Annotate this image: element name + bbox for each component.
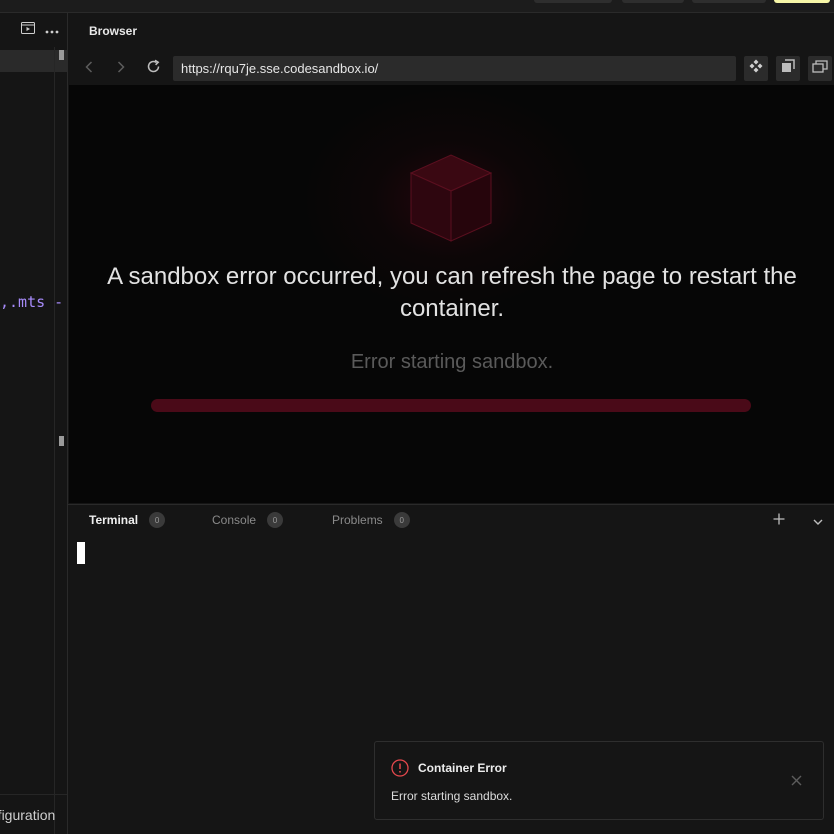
terminal-cursor[interactable] bbox=[77, 542, 85, 564]
chevron-left-icon bbox=[85, 60, 93, 78]
top-bar-accent-button[interactable] bbox=[774, 0, 830, 3]
plus-icon bbox=[773, 510, 785, 530]
selected-line bbox=[0, 50, 67, 72]
top-bar-button[interactable] bbox=[622, 0, 684, 3]
editor-footer[interactable]: Configuration bbox=[0, 794, 67, 834]
scrollbar-marker[interactable] bbox=[59, 436, 64, 446]
toast-title: Container Error bbox=[418, 761, 507, 775]
windows-icon bbox=[812, 59, 828, 78]
count-badge: 0 bbox=[393, 512, 410, 528]
new-window-button[interactable] bbox=[776, 56, 800, 81]
toast-message: Error starting sandbox. bbox=[391, 789, 513, 803]
cube-icon bbox=[409, 153, 493, 248]
terminal-tabs: Terminal 0 Console 0 Problems 0 bbox=[68, 505, 834, 535]
error-heading: A sandbox error occurred, you can refres… bbox=[107, 263, 797, 322]
refresh-button[interactable] bbox=[142, 58, 164, 80]
code-fragment: ,.mts - bbox=[0, 293, 64, 311]
tab-label: Console bbox=[212, 513, 257, 527]
tab-problems[interactable]: Problems 0 bbox=[332, 512, 410, 528]
close-button[interactable] bbox=[786, 772, 806, 792]
alert-icon bbox=[391, 759, 409, 782]
top-bar-button[interactable] bbox=[692, 0, 766, 3]
forward-button[interactable] bbox=[110, 58, 132, 80]
scrollbar-marker[interactable] bbox=[59, 50, 64, 60]
devtools-button[interactable] bbox=[744, 56, 768, 81]
error-subtitle: Error starting sandbox. bbox=[350, 351, 554, 373]
devtools-icon bbox=[749, 59, 763, 78]
tab-label: Problems bbox=[332, 513, 383, 527]
browser-panel: Browser https://rqu7je.sse.codesandbox.i… bbox=[68, 13, 834, 503]
tab-console[interactable]: Console 0 bbox=[212, 512, 284, 528]
top-bar-button[interactable] bbox=[534, 0, 612, 3]
preview-viewport: A sandbox error occurred, you can refres… bbox=[69, 85, 834, 503]
footer-label: Configuration bbox=[0, 806, 56, 823]
more-icon[interactable] bbox=[45, 21, 59, 39]
count-badge: 0 bbox=[149, 512, 166, 528]
panel-icon[interactable] bbox=[21, 21, 35, 39]
top-bar bbox=[0, 0, 834, 13]
count-badge: 0 bbox=[267, 512, 284, 528]
tab-label: Terminal bbox=[89, 513, 139, 527]
chevron-right-icon bbox=[117, 60, 125, 78]
back-button[interactable] bbox=[78, 58, 100, 80]
url-input[interactable] bbox=[173, 56, 736, 81]
chevron-down-icon bbox=[813, 510, 823, 530]
progress-fill bbox=[151, 399, 751, 412]
container-error-toast: Container Error Error starting sandbox. bbox=[374, 741, 824, 820]
collapse-panel-button[interactable] bbox=[808, 510, 828, 530]
add-terminal-button[interactable] bbox=[769, 510, 789, 530]
editor-panel: ,.mts - Configuration bbox=[0, 13, 68, 834]
close-icon bbox=[791, 773, 802, 791]
new-window-icon bbox=[781, 59, 795, 78]
tab-terminal[interactable]: Terminal 0 bbox=[89, 512, 166, 528]
browser-nav-bar bbox=[68, 54, 834, 84]
refresh-icon bbox=[146, 59, 161, 79]
editor-panel-header bbox=[0, 13, 67, 47]
windows-button[interactable] bbox=[808, 56, 832, 81]
progress-bar bbox=[151, 399, 751, 412]
browser-title: Browser bbox=[89, 24, 138, 38]
editor-gutter-divider bbox=[54, 47, 55, 834]
